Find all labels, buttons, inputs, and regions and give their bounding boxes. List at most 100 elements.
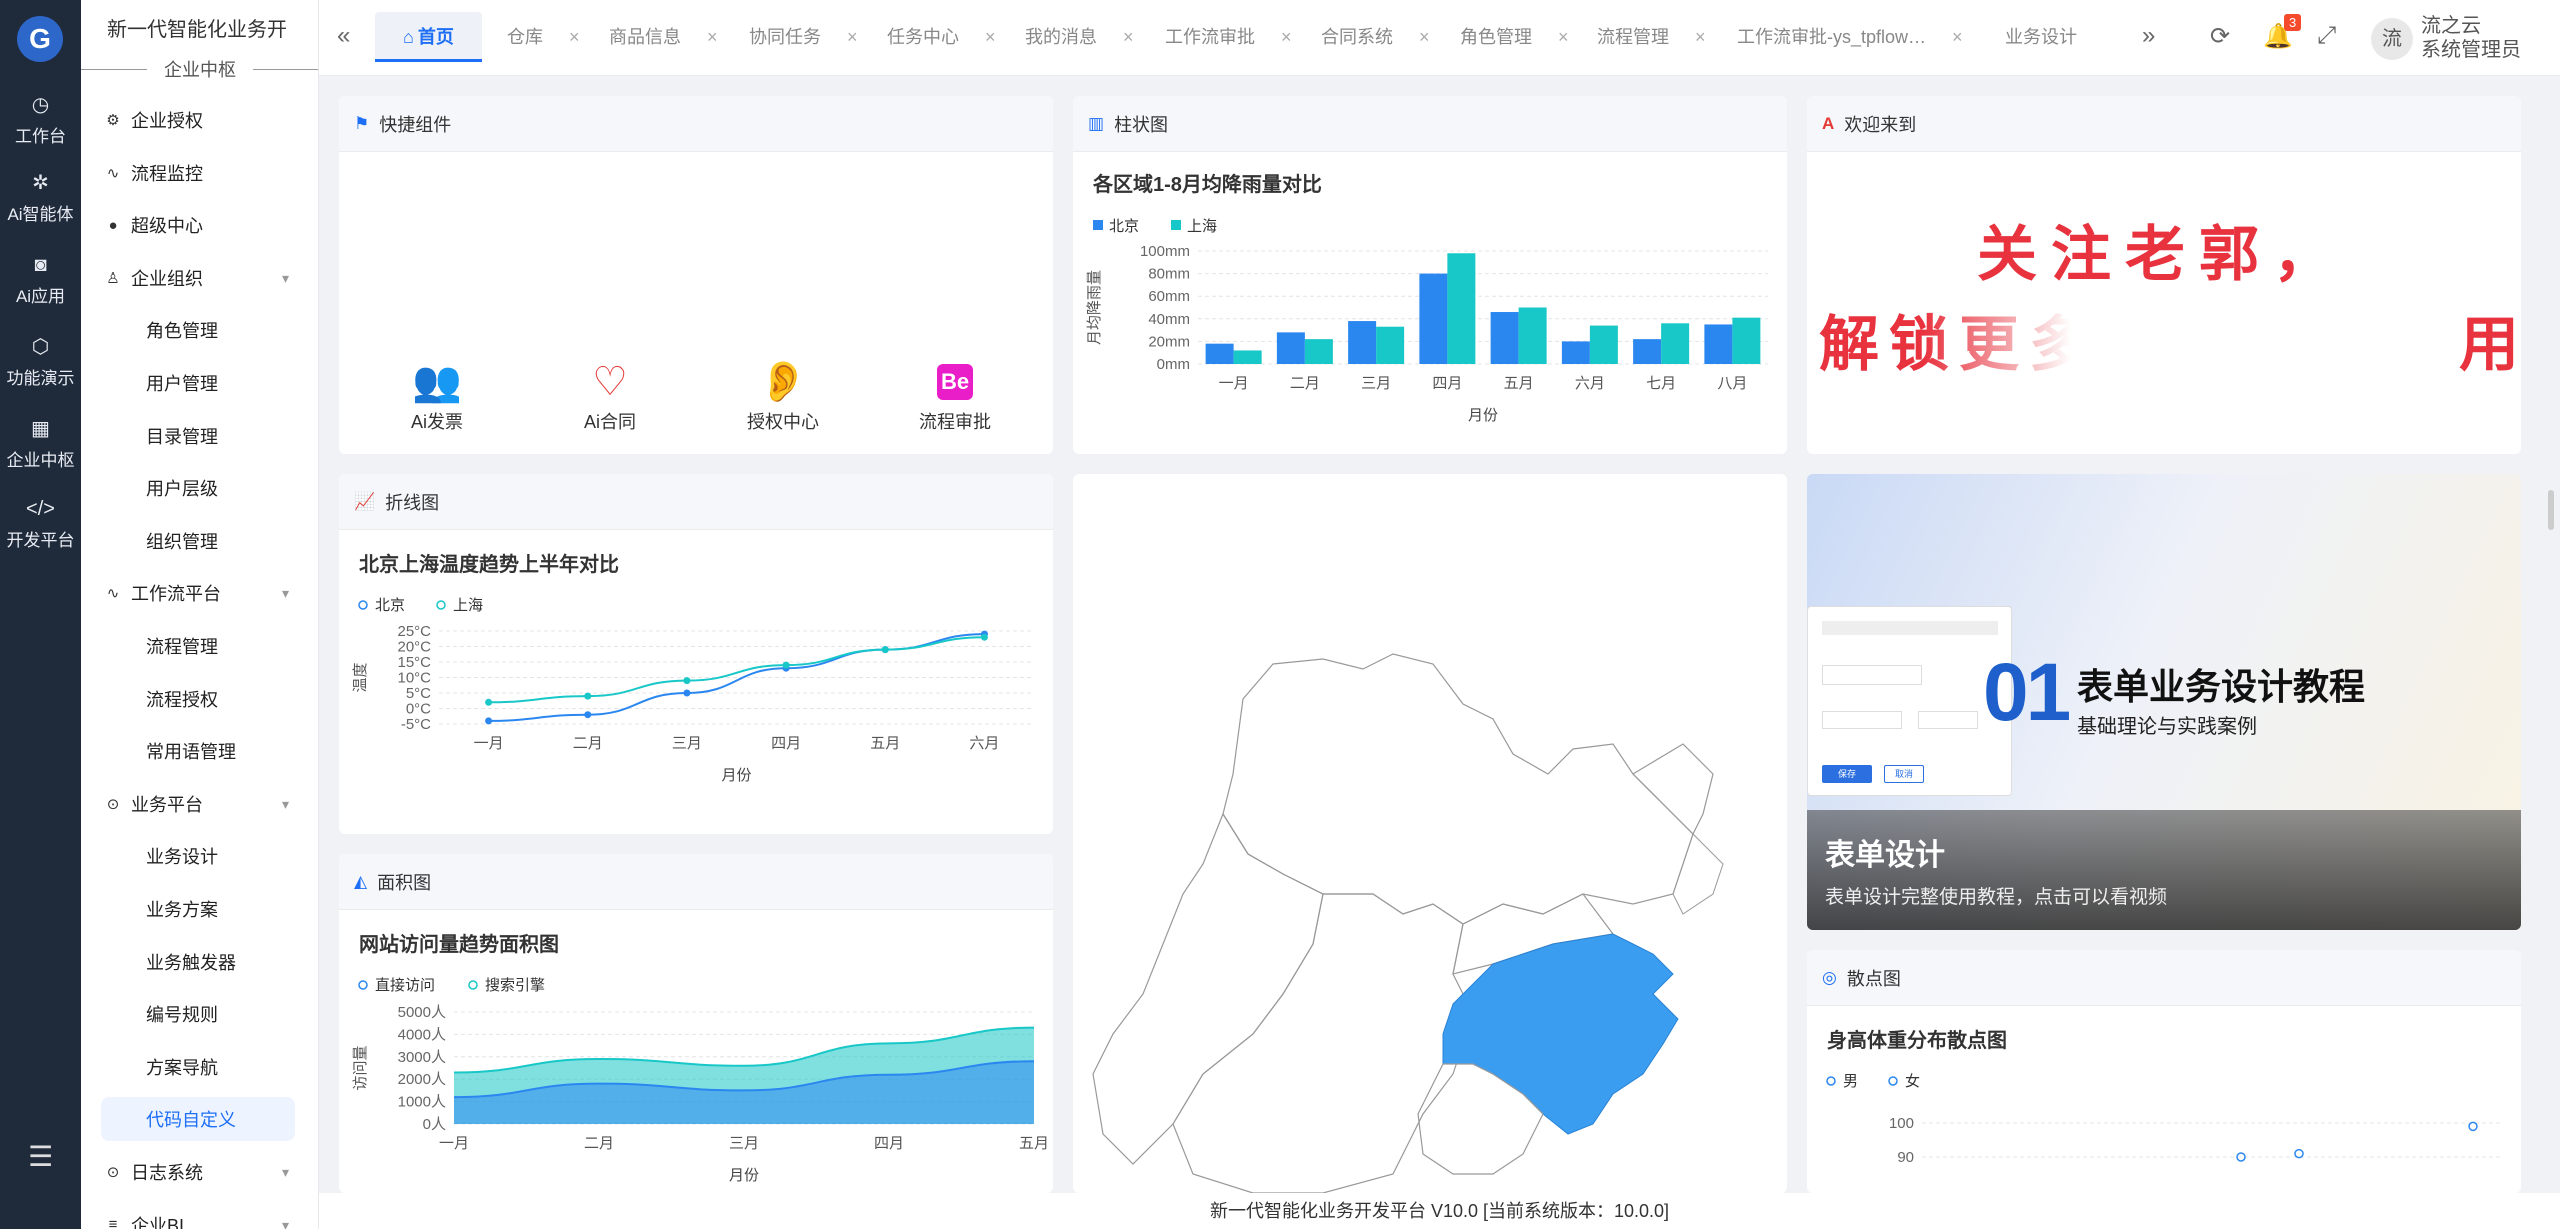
menu-item[interactable]: 角色管理 <box>81 308 318 352</box>
rail-item-label: Ai应用 <box>15 287 66 306</box>
bar[interactable] <box>1490 312 1519 364</box>
close-icon[interactable]: × <box>985 27 996 47</box>
menu-item[interactable]: ∿ 流程监控 <box>81 151 318 195</box>
scatter-chart-card: ◎ 散点图 身高体重分布散点图 男 女 90 100 <box>1807 950 2521 1193</box>
scroll-right-icon[interactable]: » <box>2142 22 2155 50</box>
menu-item-label: 组织管理 <box>146 531 218 552</box>
menu-item[interactable]: 业务方案 <box>81 887 318 931</box>
legend-marker <box>1171 220 1181 230</box>
menu-item[interactable]: ♙ 企业组织 ▾ <box>81 256 318 300</box>
app-logo[interactable]: G <box>17 16 63 62</box>
tab[interactable]: 业务设计 <box>2005 12 2077 62</box>
close-icon[interactable]: × <box>1123 27 1134 47</box>
x-tick-label: 七月 <box>1646 375 1676 392</box>
menu-item[interactable]: 用户管理 <box>81 361 318 405</box>
tab[interactable]: 任务中心 × <box>887 12 996 62</box>
bar[interactable] <box>1376 326 1405 364</box>
data-point[interactable] <box>485 698 493 706</box>
close-icon[interactable]: × <box>1695 27 1706 47</box>
tab[interactable]: 工作流审批-ys_tpflow… × <box>1737 12 1963 62</box>
tab[interactable]: 流程管理 × <box>1597 12 1706 62</box>
data-point[interactable] <box>980 633 988 641</box>
data-point[interactable] <box>683 689 691 697</box>
close-icon[interactable]: × <box>707 27 718 47</box>
data-point[interactable] <box>2294 1148 2304 1159</box>
rail-item[interactable]: ◷ 工作台 <box>0 92 81 147</box>
fullscreen-icon[interactable]: ⤢ <box>2317 22 2336 50</box>
menu-item[interactable]: 流程授权 <box>81 677 318 721</box>
menu-item[interactable]: ● 超级中心 <box>81 203 318 247</box>
rail-item[interactable]: ▦ 企业中枢 <box>0 416 81 471</box>
close-icon[interactable]: × <box>569 27 580 47</box>
tab[interactable]: 协同任务 × <box>749 12 858 62</box>
bar[interactable] <box>1233 350 1262 364</box>
user-info[interactable]: 流之云 系统管理员 <box>2421 14 2521 62</box>
data-point[interactable] <box>2468 1121 2478 1132</box>
data-point[interactable] <box>881 646 889 654</box>
tab[interactable]: 商品信息 × <box>609 12 718 62</box>
bar[interactable] <box>1304 339 1333 364</box>
menu-item[interactable]: ⚙ 企业授权 <box>81 98 318 142</box>
collapse-menu-icon[interactable]: ☰ <box>28 1140 53 1173</box>
tab-label: 任务中心 <box>887 27 959 47</box>
menu-item[interactable]: 目录管理 <box>81 414 318 458</box>
data-point[interactable] <box>782 661 790 669</box>
bar[interactable] <box>1633 339 1662 364</box>
close-icon[interactable]: × <box>1281 27 1292 47</box>
tab[interactable]: 我的消息 × <box>1025 12 1134 62</box>
menu-item[interactable]: 业务触发器 <box>81 940 318 984</box>
menu-item[interactable]: 常用语管理 <box>81 729 318 773</box>
rail-item[interactable]: ◙ Ai应用 <box>0 252 81 307</box>
data-point[interactable] <box>683 677 691 685</box>
bar[interactable] <box>1518 307 1547 365</box>
menu-item[interactable]: ∿ 工作流平台 ▾ <box>81 571 318 615</box>
close-icon[interactable]: × <box>1419 27 1430 47</box>
rail-item[interactable]: </> 开发平台 <box>0 496 81 551</box>
scroll-left-icon[interactable]: « <box>337 22 350 50</box>
menu-item[interactable]: ⊙ 日志系统 ▾ <box>81 1150 318 1194</box>
data-point[interactable] <box>584 711 592 719</box>
quick-item[interactable]: Be 流程审批 <box>895 356 1015 434</box>
close-icon[interactable]: × <box>1952 27 1963 47</box>
avatar[interactable]: 流 <box>2371 18 2413 60</box>
brand-title: 新一代智能化业务开 <box>107 19 287 41</box>
bar[interactable] <box>1589 325 1618 364</box>
bar[interactable] <box>1447 253 1476 364</box>
menu-item[interactable]: ≡ 企业BI ▾ <box>81 1203 318 1229</box>
menu-item[interactable]: 组织管理 <box>81 519 318 563</box>
tab[interactable]: 角色管理 × <box>1460 12 1569 62</box>
tab[interactable]: 合同系统 × <box>1321 12 1430 62</box>
data-point[interactable] <box>584 692 592 700</box>
tab[interactable]: 工作流审批 × <box>1165 12 1292 62</box>
menu-item[interactable]: ⊙ 业务平台 ▾ <box>81 782 318 826</box>
menu-item[interactable]: 流程管理 <box>81 624 318 668</box>
bar[interactable] <box>1348 321 1377 364</box>
bar[interactable] <box>1561 341 1590 364</box>
page-scrollbar[interactable] <box>2548 490 2554 530</box>
menu-item[interactable]: 用户层级 <box>81 466 318 510</box>
bar[interactable] <box>1205 343 1234 364</box>
refresh-icon[interactable]: ⟳ <box>2210 22 2230 51</box>
close-icon[interactable]: × <box>847 27 858 47</box>
bar[interactable] <box>1704 324 1733 364</box>
bar[interactable] <box>1419 273 1448 364</box>
bar[interactable] <box>1276 332 1305 364</box>
bar[interactable] <box>1661 323 1690 364</box>
quick-item[interactable]: 👥 Ai发票 <box>377 356 497 434</box>
close-icon[interactable]: × <box>1558 27 1569 47</box>
rail-item[interactable]: ⬡ 功能演示 <box>0 334 81 389</box>
quick-item[interactable]: ♡ Ai合同 <box>550 356 670 434</box>
rail-item[interactable]: ✲ Ai智能体 <box>0 170 81 225</box>
tab[interactable]: 仓库 × <box>507 12 580 62</box>
bar[interactable] <box>1732 317 1761 364</box>
x-tick-label: 五月 <box>870 735 900 752</box>
menu-item[interactable]: 业务设计 <box>81 834 318 878</box>
course-banner-card[interactable]: 保存 取消 01 表单业务设计教程 基础理论与实践案例 表单设计 表单设计完整使… <box>1807 474 2521 930</box>
menu-item[interactable]: 编号规则 <box>81 992 318 1036</box>
menu-item[interactable]: 代码自定义 <box>101 1097 295 1142</box>
map-highlighted-region[interactable] <box>1442 933 1679 1135</box>
data-point[interactable] <box>485 717 493 725</box>
menu-item[interactable]: 方案导航 <box>81 1045 318 1089</box>
quick-item[interactable]: 👂 授权中心 <box>723 356 843 434</box>
tab[interactable]: ⌂ 首页 <box>375 12 482 62</box>
